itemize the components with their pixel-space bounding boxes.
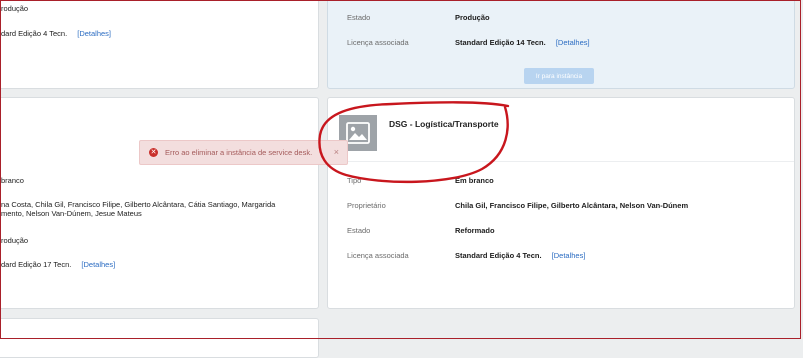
toast-close-button[interactable]: × [334,147,339,157]
license-value: dard Edição 4 Tecn. [1,29,68,38]
error-icon: ✕ [149,148,158,157]
owners-line-2: mento, Nelson Van-Dúnem, Jesue Mateus [1,209,142,218]
state-value: Reformado [455,226,495,235]
instance-card-top-left: rodução dard Edição 4 Tecn. [Detalhes] [0,0,319,89]
license-label: Licença associada [347,38,409,47]
state-value: Produção [455,13,490,22]
instance-title: DSG - Logística/Transporte [389,119,499,129]
license-row: Standard Edição 4 Tecn. [Detalhes] [455,251,585,260]
owner-value: Chila Gil, Francisco Filipe, Gilberto Al… [455,201,689,210]
details-link[interactable]: [Detalhes] [556,38,590,47]
license-row: dard Edição 4 Tecn. [Detalhes] [1,29,111,38]
details-link[interactable]: [Detalhes] [552,251,586,260]
divider [328,161,794,162]
instance-card-top-right: Estado Produção Licença associada Standa… [327,0,795,89]
license-row: Standard Edição 14 Tecn. [Detalhes] [455,38,590,47]
instance-card-bottom-left [0,318,319,358]
license-value: Standard Edição 4 Tecn. [455,251,542,260]
instance-card-mid-left: branco na Costa, Chila Gil, Francisco Fi… [0,97,319,309]
details-link[interactable]: [Detalhes] [81,260,115,269]
state-value: rodução [1,4,29,13]
type-value: branco [1,176,24,185]
state-label: Estado [347,226,371,235]
instance-card-dsg: DSG - Logística/Transporte Tipo Em branc… [327,97,795,309]
image-placeholder-icon [346,122,370,144]
state-value: rodução [1,236,29,245]
license-value: Standard Edição 14 Tecn. [455,38,546,47]
owners-line-1: na Costa, Chila Gil, Francisco Filipe, G… [1,200,276,209]
state-label: Estado [347,13,371,22]
type-label: Tipo [347,176,362,185]
owner-label: Proprietário [347,201,386,210]
error-toast: ✕ Erro ao eliminar a instância de servic… [139,140,348,165]
error-message: Erro ao eliminar a instância de service … [165,148,313,157]
license-label: Licença associada [347,251,409,260]
details-link[interactable]: [Detalhes] [77,29,111,38]
license-value: dard Edição 17 Tecn. [1,260,72,269]
type-value: Em branco [455,176,494,185]
license-row: dard Edição 17 Tecn. [Detalhes] [1,260,115,269]
go-to-instance-button[interactable]: Ir para instância [524,68,594,84]
